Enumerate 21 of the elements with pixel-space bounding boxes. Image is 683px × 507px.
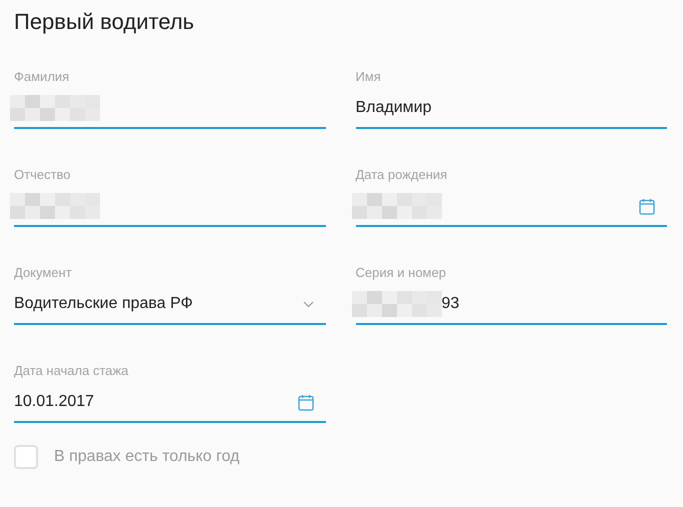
field-label: Отчество: [14, 167, 72, 183]
field-value: 93: [442, 294, 460, 314]
field-value: 10.01.2017: [14, 392, 94, 412]
section-title: Первый водитель: [14, 8, 196, 36]
field-label: Дата начала стажа: [14, 363, 130, 379]
field-label: Серия и номер: [356, 265, 447, 281]
field-label: Документ: [14, 265, 73, 281]
text-field[interactable]: 93: [356, 289, 667, 325]
field-value: Владимир: [356, 98, 432, 118]
text-field[interactable]: Владимир: [356, 93, 667, 129]
calendar-icon[interactable]: [639, 198, 655, 214]
field-label: Имя: [356, 69, 382, 85]
checkbox[interactable]: [14, 445, 38, 469]
select-field[interactable]: Водительские права РФ: [14, 289, 326, 325]
calendar-icon[interactable]: [298, 394, 314, 410]
field-value: Водительские права РФ: [14, 294, 193, 314]
field-label: Дата рождения: [356, 167, 448, 183]
checkbox-label: В правах есть только год: [54, 447, 240, 467]
chevron-down-icon[interactable]: [302, 300, 314, 308]
field-label: Фамилия: [14, 69, 70, 85]
date-field[interactable]: 10.01.2017: [14, 387, 326, 423]
